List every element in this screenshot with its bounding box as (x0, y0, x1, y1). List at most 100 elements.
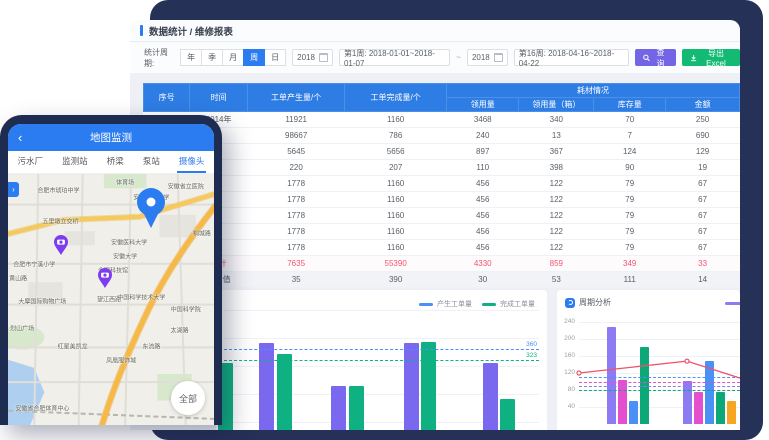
table-cell: 349 (594, 256, 666, 272)
map-expander-button[interactable]: › (8, 182, 19, 197)
filter-label: 统计周期: (144, 47, 175, 69)
tab-监测站[interactable]: 监测站 (60, 151, 90, 173)
period-option-周[interactable]: 周 (243, 49, 265, 66)
table-cell: 3468 (447, 112, 519, 128)
table-cell: 70 (594, 112, 666, 128)
table-cell: 4330 (447, 256, 519, 272)
table-cell: 1160 (345, 112, 447, 128)
y-axis-tick: 160 (559, 352, 575, 359)
download-icon (690, 54, 697, 62)
chart-header: 周期分析 (565, 297, 611, 308)
table-row: 9177811604561227967 (144, 240, 740, 256)
tab-摄像头[interactable]: 摄像头 (177, 151, 207, 173)
start-year-select[interactable]: 2018 (292, 49, 333, 66)
table-cell: 1160 (345, 224, 447, 240)
table-row: 8177811604561227967 (144, 224, 740, 240)
table-cell: 122 (519, 192, 594, 208)
tab-桥梁[interactable]: 桥梁 (105, 151, 126, 173)
title-bar: 数据统计 / 维修报表 (130, 20, 740, 42)
table-cell: 456 (447, 224, 519, 240)
period-segmented-control: 年季月周日 (181, 49, 286, 66)
sub-column-header: 库存量 (594, 98, 666, 112)
bar-generated (404, 343, 419, 430)
table-cell: 1778 (248, 208, 345, 224)
map[interactable]: 合肥市琥珀中学体育场安徽农业大学安徽省立医院五里墩立交桥桐城路安徽医科大学合肥市… (8, 174, 214, 425)
map-all-button[interactable]: 全部 (171, 381, 205, 415)
selected-location-pin[interactable] (133, 186, 169, 235)
range-separator: ~ (456, 53, 461, 62)
legend-label: 产生工单量 (437, 299, 472, 309)
tab-污水厂[interactable]: 污水厂 (16, 151, 46, 173)
table-cell: 35 (248, 272, 345, 288)
phone-header: ‹ 地图监测 (8, 124, 214, 151)
period-option-季[interactable]: 季 (201, 49, 223, 66)
end-year-select[interactable]: 2018 (467, 49, 508, 66)
y-axis-tick: 120 (559, 369, 575, 376)
table-cell: 7 (594, 128, 666, 144)
table-cell: 67 (666, 224, 740, 240)
legend-item[interactable] (725, 302, 740, 305)
table-cell: 98667 (248, 128, 345, 144)
title-accent-bar (140, 25, 143, 36)
phone-screen: ‹ 地图监测 污水厂监测站桥梁泵站摄像头 (8, 124, 214, 425)
cycle-analysis-chart: 周期分析 2402001601208040 (557, 290, 740, 430)
legend-label: 完成工单量 (500, 299, 535, 309)
bar-completed (421, 342, 436, 430)
end-year-value: 2018 (472, 53, 490, 62)
bar (629, 401, 638, 424)
camera-pin[interactable] (52, 234, 69, 261)
y-axis-tick: 200 (559, 335, 575, 342)
reference-line (579, 390, 740, 391)
table-cell: 79 (594, 224, 666, 240)
bar-generated (259, 343, 274, 430)
start-week-select[interactable]: 第1周: 2018-01-01~2018-01-07 (339, 49, 450, 66)
table-cell: 390 (345, 272, 447, 288)
legend-item-generated[interactable]: 产生工单量 (419, 299, 472, 309)
table-cell: 111 (594, 272, 666, 288)
table-cell: 129 (666, 144, 740, 160)
group-column-header: 耗材情况 (447, 84, 740, 98)
table-cell: 250 (666, 112, 740, 128)
table-cell: 7635 (248, 256, 345, 272)
table-row: 7177811604561227967 (144, 208, 740, 224)
repair-report-table: 序号时间工单产生量/个工单完成量/个耗材情况领用量领用量（箱）库存量金额1201… (143, 83, 740, 288)
table-cell: 79 (594, 240, 666, 256)
query-button[interactable]: 查询 (635, 49, 676, 66)
table-cell: 14 (666, 272, 740, 288)
table-total-row: 合计763555390433085934933 (144, 256, 740, 272)
period-option-年[interactable]: 年 (180, 49, 202, 66)
table-cell: 456 (447, 240, 519, 256)
table-cell: 67 (666, 240, 740, 256)
end-week-select[interactable]: 第16周: 2018-04-16~2018-04-22 (514, 49, 629, 66)
calendar-icon (494, 53, 503, 62)
column-header: 序号 (144, 84, 190, 112)
tab-泵站[interactable]: 泵站 (141, 151, 162, 173)
period-option-月[interactable]: 月 (222, 49, 244, 66)
legend-swatch (419, 303, 433, 306)
camera-pin[interactable] (96, 267, 113, 294)
export-button-label: 导出Excel (700, 48, 732, 68)
breadcrumb: 数据统计 / 维修报表 (149, 24, 233, 38)
table-cell: 124 (594, 144, 666, 160)
table-cell: 122 (519, 176, 594, 192)
grid-line (579, 373, 740, 374)
y-axis-tick: 80 (559, 386, 575, 393)
bar (694, 392, 703, 424)
table-cell: 1160 (345, 192, 447, 208)
reference-line-label: 323 (526, 352, 537, 359)
export-excel-button[interactable]: 导出Excel (682, 49, 740, 66)
grid-line (579, 322, 740, 323)
period-option-日[interactable]: 日 (264, 49, 286, 66)
table-cell: 13 (519, 128, 594, 144)
table-cell: 456 (447, 208, 519, 224)
legend-item-completed[interactable]: 完成工单量 (482, 299, 535, 309)
back-icon[interactable]: ‹ (18, 131, 22, 144)
table-row: 12014年119211160346834070250 (144, 112, 740, 128)
column-header: 工单产生量/个 (248, 84, 345, 112)
table-cell: 79 (594, 208, 666, 224)
table-cell: 240 (447, 128, 519, 144)
table-cell: 122 (519, 208, 594, 224)
bar-generated (331, 386, 346, 430)
table-cell: 1778 (248, 176, 345, 192)
table-cell: 67 (666, 192, 740, 208)
